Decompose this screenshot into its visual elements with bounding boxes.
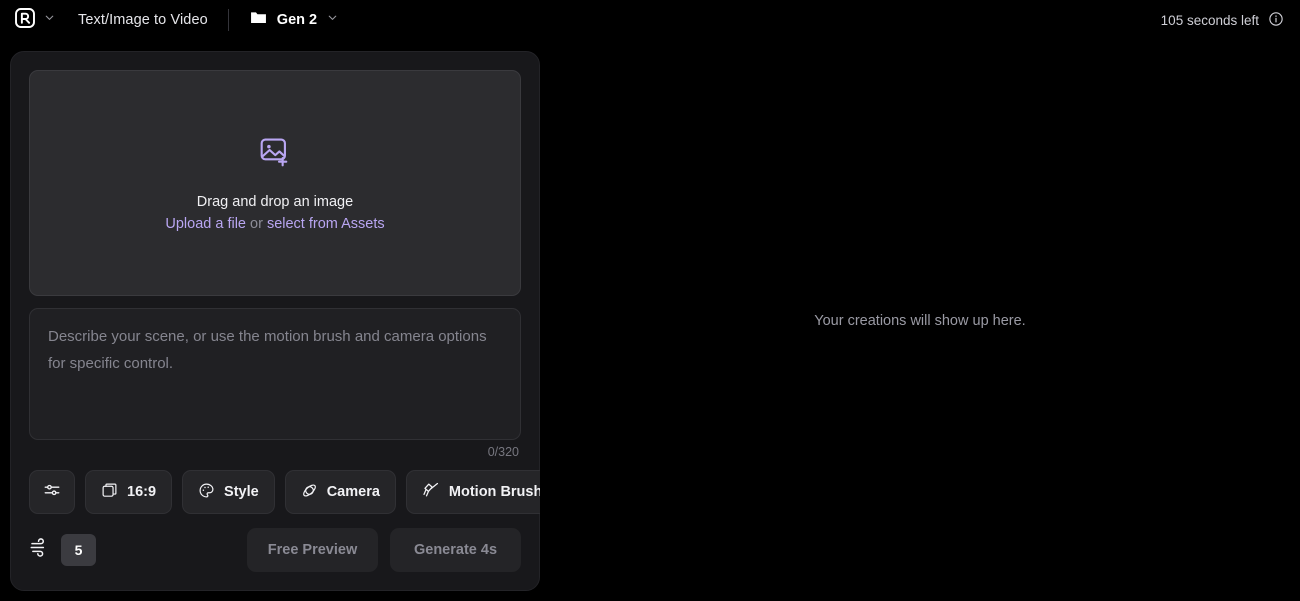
- motion-brush-button[interactable]: Motion Brush: [405, 470, 559, 514]
- prompt-input[interactable]: [48, 324, 502, 424]
- project-selector[interactable]: Gen 2: [249, 8, 339, 32]
- preview-area: Your creations will show up here.: [540, 40, 1300, 601]
- project-name: Gen 2: [276, 12, 318, 28]
- tool-row: 16:9 Style Camera Motion Brush: [29, 470, 559, 514]
- upload-file-link[interactable]: Upload a file: [165, 216, 246, 232]
- brush-icon: [422, 481, 440, 503]
- sliders-icon: [43, 481, 61, 503]
- wind-icon: [29, 537, 50, 563]
- top-bar: Text/Image to Video Gen 2 105 seconds le…: [0, 0, 1300, 40]
- mode-title: Text/Image to Video: [78, 12, 208, 28]
- duration-control[interactable]: 5: [29, 534, 96, 566]
- settings-button[interactable]: [29, 470, 75, 514]
- style-button[interactable]: Style: [182, 470, 275, 514]
- generate-button[interactable]: Generate 4s: [390, 528, 521, 572]
- style-label: Style: [224, 484, 259, 500]
- character-counter: 0/320: [487, 445, 519, 459]
- info-circle-icon[interactable]: [1268, 11, 1284, 30]
- image-dropzone[interactable]: Drag and drop an image Upload a file or …: [29, 70, 521, 297]
- logo-menu-button[interactable]: [14, 7, 56, 34]
- motion-brush-label: Motion Brush: [448, 484, 543, 500]
- prompt-container[interactable]: [29, 308, 521, 440]
- camera-button[interactable]: Camera: [284, 470, 396, 514]
- camera-label: Camera: [326, 484, 380, 500]
- divider: [227, 9, 229, 31]
- select-from-assets-link[interactable]: select from Assets: [267, 216, 385, 232]
- aspect-ratio-label: 16:9: [127, 484, 157, 500]
- chevron-down-icon: [326, 11, 339, 29]
- aspect-ratio-button[interactable]: 16:9: [85, 470, 173, 514]
- folder-icon: [249, 8, 268, 32]
- image-add-icon: [258, 135, 292, 174]
- preview-empty-message: Your creations will show up here.: [814, 312, 1026, 329]
- camera-orbit-icon: [301, 482, 318, 503]
- or-text: or: [246, 215, 267, 232]
- credits-label: 105 seconds left: [1160, 12, 1259, 28]
- dropzone-subtitle: Upload a file or select from Assets: [165, 216, 384, 232]
- duration-value[interactable]: 5: [61, 534, 96, 566]
- chevron-down-icon: [43, 11, 56, 29]
- free-preview-button[interactable]: Free Preview: [247, 528, 378, 572]
- credits-indicator[interactable]: 105 seconds left: [1161, 11, 1284, 30]
- runway-logo-icon: [14, 7, 36, 34]
- bottom-action-row: 5 Free Preview Generate 4s: [29, 514, 521, 572]
- aspect-ratio-icon: [101, 482, 118, 503]
- composer-panel: Drag and drop an image Upload a file or …: [10, 51, 559, 591]
- generate-actions: Free Preview Generate 4s: [247, 528, 521, 572]
- dropzone-title: Drag and drop an image: [196, 193, 354, 210]
- palette-icon: [198, 482, 215, 503]
- main-stage: Drag and drop an image Upload a file or …: [0, 40, 1300, 601]
